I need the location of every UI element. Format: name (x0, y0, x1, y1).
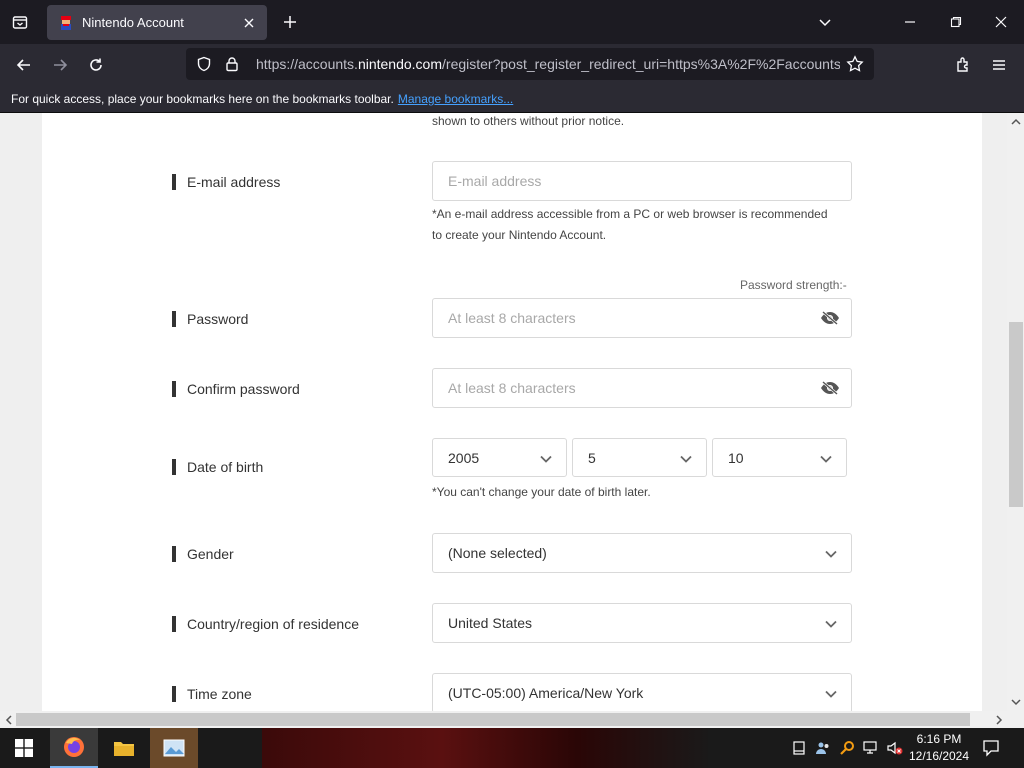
dob-month-value: 5 (588, 449, 596, 466)
firefox-taskbar-icon[interactable] (50, 728, 98, 768)
confirm-password-label: Confirm password (172, 379, 300, 399)
email-note: *An e-mail address accessible from a PC … (432, 204, 828, 246)
tab-bar: Nintendo Account (0, 0, 1024, 44)
url-text[interactable]: https://accounts.nintendo.com/register?p… (256, 56, 840, 72)
country-select[interactable]: United States (432, 603, 852, 643)
chevron-down-icon (823, 616, 839, 632)
reload-icon[interactable] (83, 52, 109, 78)
confirm-password-placeholder: At least 8 characters (448, 380, 576, 396)
desktop-wallpaper-strip (262, 728, 712, 768)
dob-label: Date of birth (172, 457, 263, 477)
tab-title: Nintendo Account (82, 15, 184, 30)
network-icon[interactable] (862, 739, 880, 757)
horizontal-scroll-thumb[interactable] (16, 713, 970, 726)
bookmark-star-icon[interactable] (844, 53, 866, 75)
search-key-icon[interactable] (838, 739, 856, 757)
clock-date: 12/16/2024 (908, 749, 970, 763)
extensions-icon[interactable] (951, 52, 977, 78)
bookmarks-message: For quick access, place your bookmarks h… (11, 92, 514, 106)
scroll-down-icon[interactable] (1010, 696, 1022, 708)
tab-list-icon[interactable] (8, 10, 32, 34)
people-icon[interactable] (814, 739, 832, 757)
top-note: shown to others without prior notice. (432, 114, 625, 128)
clock-time: 6:16 PM (916, 732, 962, 746)
scroll-left-icon[interactable] (3, 714, 15, 726)
password-placeholder: At least 8 characters (448, 310, 576, 326)
chevron-down-icon (538, 451, 554, 467)
password-strength: Password strength:- (740, 278, 847, 292)
scroll-right-icon[interactable] (993, 714, 1005, 726)
eye-slash-icon[interactable] (819, 378, 841, 398)
taskbar-clock[interactable]: 6:16 PM 12/16/2024 (904, 731, 974, 765)
email-placeholder: E-mail address (448, 173, 542, 189)
gender-select[interactable]: (None selected) (432, 533, 852, 573)
registration-form: shown to others without prior notice. E-… (42, 113, 982, 711)
windows-start-icon[interactable] (0, 728, 48, 768)
dob-day-value: 10 (728, 449, 744, 466)
dob-note: *You can't change your date of birth lat… (432, 485, 651, 499)
email-field[interactable]: E-mail address (432, 161, 852, 201)
country-label: Country/region of residence (172, 614, 359, 634)
close-window-icon[interactable] (987, 8, 1015, 36)
bookmarks-toolbar: For quick access, place your bookmarks h… (0, 86, 1024, 113)
new-tab-icon[interactable] (278, 10, 302, 34)
email-note-line2: to create your Nintendo Account. (432, 228, 607, 242)
notification-icon[interactable] (982, 739, 1000, 757)
eye-slash-icon[interactable] (819, 308, 841, 328)
chevron-down-icon (818, 451, 834, 467)
scroll-up-icon[interactable] (1010, 116, 1022, 128)
chevron-down-icon (678, 451, 694, 467)
restore-icon[interactable] (942, 8, 970, 36)
page-viewport: shown to others without prior notice. E-… (0, 113, 1007, 711)
volume-muted-icon[interactable] (886, 739, 904, 757)
chevron-down-icon (823, 686, 839, 702)
image-viewer-icon[interactable] (150, 728, 198, 768)
shield-icon[interactable] (194, 54, 214, 74)
password-label: Password (172, 309, 248, 329)
file-explorer-icon[interactable] (100, 728, 148, 768)
url-bar[interactable]: https://accounts.nintendo.com/register?p… (186, 48, 874, 80)
menu-hamburger-icon[interactable] (986, 52, 1012, 78)
timezone-label: Time zone (172, 684, 252, 704)
chevron-down-icon[interactable] (813, 10, 837, 34)
country-value: United States (448, 615, 533, 631)
confirm-password-field[interactable]: At least 8 characters (432, 368, 852, 408)
mario-favicon-icon (58, 15, 74, 31)
manage-bookmarks-link[interactable]: Manage bookmarks... (398, 92, 513, 106)
gender-label: Gender (172, 544, 234, 564)
vertical-scroll-thumb[interactable] (1009, 322, 1023, 507)
vertical-scrollbar[interactable] (1007, 113, 1024, 711)
close-tab-icon[interactable] (237, 11, 261, 35)
timezone-select[interactable]: (UTC-05:00) America/New York (432, 673, 852, 711)
back-arrow-icon[interactable] (11, 52, 37, 78)
minimize-icon[interactable] (896, 8, 924, 36)
tablet-icon[interactable] (790, 739, 808, 757)
dob-day-select[interactable]: 10 (712, 438, 847, 477)
timezone-value: (UTC-05:00) America/New York (448, 685, 644, 701)
email-note-line1: *An e-mail address accessible from a PC … (432, 207, 828, 221)
gender-value: (None selected) (448, 545, 547, 561)
dob-year-value: 2005 (448, 449, 480, 466)
dob-month-select[interactable]: 5 (572, 438, 707, 477)
dob-year-select[interactable]: 2005 (432, 438, 567, 477)
lock-icon[interactable] (222, 54, 242, 74)
forward-arrow-icon[interactable] (47, 52, 73, 78)
password-field[interactable]: At least 8 characters (432, 298, 852, 338)
chevron-down-icon (823, 546, 839, 562)
windows-taskbar: 6:16 PM 12/16/2024 (0, 728, 1024, 768)
horizontal-scrollbar[interactable] (0, 711, 1024, 728)
email-label: E-mail address (172, 172, 280, 192)
tab-nintendo-account[interactable]: Nintendo Account (47, 5, 267, 40)
